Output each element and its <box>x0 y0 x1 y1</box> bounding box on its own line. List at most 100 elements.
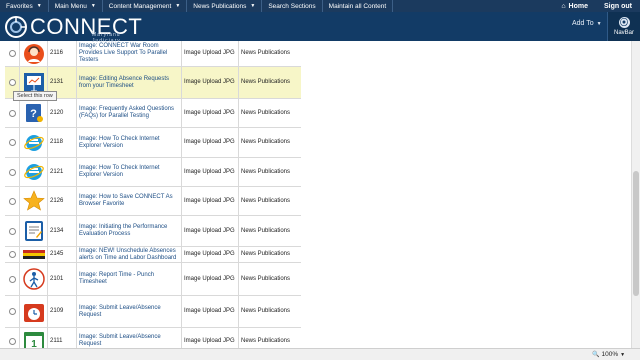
content-id: 2111 <box>48 328 77 348</box>
content-title[interactable]: Image: Submit Leave/Absence Request <box>77 328 182 348</box>
row-tooltip: Select this row <box>13 91 57 101</box>
row-select-radio[interactable] <box>8 168 16 176</box>
content-type: Image Upload JPG <box>182 263 239 295</box>
content-id: 2101 <box>48 263 77 295</box>
vertical-scrollbar[interactable] <box>631 41 640 348</box>
content-title[interactable]: Image: CONNECT War Room Provides Live Su… <box>77 41 182 66</box>
table-row[interactable]: 2116 Image: CONNECT War Room Provides Liv… <box>5 41 301 67</box>
table-row[interactable]: 2126 Image: How to Save CONNECT As Browse… <box>5 187 301 216</box>
row-select-radio[interactable] <box>8 308 16 315</box>
thumbnail-cell <box>20 187 48 215</box>
table-row[interactable]: 2145 Image: NEW! Unschedule Absences aler… <box>5 247 301 263</box>
signout-link[interactable]: Sign out <box>596 3 640 10</box>
add-to-label: Add To <box>572 20 594 27</box>
row-select-radio[interactable] <box>8 79 16 86</box>
internet-explorer-icon <box>23 132 45 154</box>
zoom-control[interactable]: 🔍 100% ▼ <box>592 351 625 358</box>
scrollbar-thumb[interactable] <box>633 171 639 296</box>
content-section: News Publications <box>239 328 301 348</box>
row-select-radio[interactable] <box>8 109 16 117</box>
row-select-radio[interactable] <box>8 139 16 146</box>
content-section: News Publications <box>239 296 301 327</box>
table-row[interactable]: 2134 Image: Initiating the Performance Ev… <box>5 216 301 247</box>
add-to-menu[interactable]: Add To ▼ <box>572 20 602 27</box>
content-section: News Publications <box>239 158 301 186</box>
table-row[interactable]: 1 2111 Image: Submit Leave/Absence Request… <box>5 328 301 348</box>
content-section: News Publications <box>239 67 301 98</box>
content-title[interactable]: Image: Editing Absence Requests from you… <box>77 67 182 98</box>
table-row[interactable]: 2109 Image: Submit Leave/Absence Request I… <box>5 296 301 328</box>
connect-logo[interactable]: CONNECT Maryland Judiciary <box>4 12 142 44</box>
content-title[interactable]: Image: Report Time - Punch Timesheet <box>77 263 182 295</box>
thumbnail-cell: 1 <box>20 328 48 348</box>
connect-logo-icon <box>5 15 27 38</box>
menu-label: Search Sections <box>268 2 316 10</box>
content-section: News Publications <box>239 128 301 157</box>
thumbnail-cell <box>20 41 48 66</box>
content-type: Image Upload JPG <box>182 67 239 98</box>
row-select-radio[interactable] <box>8 275 16 283</box>
star-icon <box>22 190 45 212</box>
thumbnail-cell <box>20 263 48 295</box>
row-select-radio[interactable] <box>8 227 16 235</box>
home-link[interactable]: ⌂ Home <box>553 3 596 10</box>
menu-label: News Publications <box>193 2 247 10</box>
calendar-icon: 1 <box>23 330 45 348</box>
content-type: Image Upload JPG <box>182 296 239 327</box>
row-select-cell <box>5 158 20 186</box>
punch-clock-icon <box>22 268 45 290</box>
document-edit-icon <box>23 220 45 242</box>
chevron-down-icon: ▼ <box>596 21 602 27</box>
row-select-radio[interactable] <box>8 197 16 205</box>
navbar-label: NavBar <box>613 30 634 36</box>
menu-search-sections[interactable]: Search Sections <box>262 0 323 12</box>
table-row[interactable]: ? 2120 Image: Frequently Asked Questions (… <box>5 99 301 128</box>
row-select-radio[interactable] <box>8 251 16 258</box>
table-row[interactable]: 2118 Image: How To Check Internet Explore… <box>5 128 301 158</box>
navbar-button[interactable]: ⦿ NavBar <box>607 12 640 41</box>
menu-favorites[interactable]: Favorites ▼ <box>0 0 49 12</box>
internet-explorer-icon <box>23 161 45 183</box>
content-id: 2145 <box>48 247 77 262</box>
content-title[interactable]: Image: How To Check Internet Explorer Ve… <box>77 158 182 186</box>
row-select-radio[interactable] <box>8 50 16 57</box>
menu-label: Main Menu <box>54 2 87 10</box>
home-label: Home <box>568 2 588 10</box>
content-type: Image Upload JPG <box>182 216 239 246</box>
chevron-down-icon: ▼ <box>250 3 256 9</box>
thumbnail-cell <box>20 216 48 246</box>
content-type: Image Upload JPG <box>182 128 239 157</box>
content-title[interactable]: Image: NEW! Unschedule Absences alerts o… <box>77 247 182 262</box>
menu-content-management[interactable]: Content Management ▼ <box>103 0 188 12</box>
content-id: 2118 <box>48 128 77 157</box>
chevron-down-icon: ▼ <box>36 3 42 9</box>
menu-main-menu[interactable]: Main Menu ▼ <box>49 0 103 12</box>
row-select-cell <box>5 296 20 327</box>
table-row[interactable]: 2101 Image: Report Time - Punch Timesheet… <box>5 263 301 296</box>
row-select-cell <box>5 128 20 157</box>
content-title[interactable]: Image: Initiating the Performance Evalua… <box>77 216 182 246</box>
menu-label: Favorites <box>6 2 33 10</box>
svg-text:?: ? <box>30 108 37 120</box>
thumbnail-cell <box>20 247 48 262</box>
menu-maintain-all-content[interactable]: Maintain all Content <box>323 0 394 12</box>
content-title[interactable]: Image: How To Check Internet Explorer Ve… <box>77 128 182 157</box>
thumbnail-cell <box>20 158 48 186</box>
content-id: 2120 <box>48 99 77 127</box>
content-title[interactable]: Image: Submit Leave/Absence Request <box>77 296 182 327</box>
table-row[interactable]: 2121 Image: How To Check Internet Explore… <box>5 158 301 187</box>
content-type: Image Upload JPG <box>182 328 239 348</box>
content-type: Image Upload JPG <box>182 187 239 215</box>
row-select-radio[interactable] <box>8 337 16 345</box>
content-title[interactable]: Image: Frequently Asked Questions (FAQs)… <box>77 99 182 127</box>
content-title[interactable]: Image: How to Save CONNECT As Browser Fa… <box>77 187 182 215</box>
row-select-cell <box>5 263 20 295</box>
content-table: 2116 Image: CONNECT War Room Provides Liv… <box>4 41 301 348</box>
content-id: 2126 <box>48 187 77 215</box>
chevron-down-icon: ▼ <box>175 3 181 9</box>
content-section: News Publications <box>239 187 301 215</box>
menu-news-publications[interactable]: News Publications ▼ <box>187 0 263 12</box>
thumbnail-cell <box>20 128 48 157</box>
content-type: Image Upload JPG <box>182 99 239 127</box>
header: CONNECT Maryland Judiciary Add To ▼ ⦿ Nav… <box>0 12 640 44</box>
